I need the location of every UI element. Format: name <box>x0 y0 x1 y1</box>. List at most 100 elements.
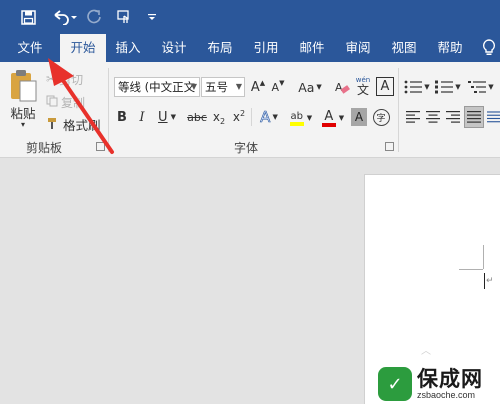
copy-icon <box>46 95 58 110</box>
multilevel-list-button[interactable]: ▼ <box>466 77 496 97</box>
shrink-font-icon: ▼ <box>279 79 285 87</box>
shrink-font-button[interactable]: A ▼ <box>270 77 286 97</box>
tab-view[interactable]: 视图 <box>384 34 424 62</box>
chevron-down-icon: ▼ <box>272 113 278 121</box>
chevron-down-icon: ▼ <box>455 83 461 91</box>
font-color-swatch <box>321 122 336 127</box>
paste-icon[interactable] <box>6 66 40 106</box>
font-size-select[interactable]: 五号 ▼ <box>201 77 245 97</box>
subscript-button[interactable]: x2 <box>210 107 228 127</box>
paste-button-label[interactable]: 粘贴 <box>8 104 38 121</box>
chevron-down-icon: ▼ <box>316 83 322 91</box>
chevron-down-icon: ▼ <box>488 83 494 91</box>
tab-home[interactable]: 开始 <box>60 34 106 62</box>
superscript-digit: 2 <box>240 108 246 118</box>
highlight-button[interactable]: ab ▼ <box>286 107 316 129</box>
copy-label: 复制 <box>61 95 86 110</box>
subscript-digit: 2 <box>220 116 226 126</box>
clipboard-group-label: 剪贴板 <box>26 141 63 155</box>
undo-icon[interactable] <box>48 6 80 28</box>
paste-dropdown-icon[interactable]: ▾ <box>18 120 28 129</box>
superscript-button[interactable]: x2 <box>230 107 248 127</box>
superscript-base: x <box>232 110 240 124</box>
tab-insert[interactable]: 插入 <box>108 34 148 62</box>
format-painter-label: 格式刷 <box>63 117 101 133</box>
font-name-select[interactable]: 等线 (中文正文 ▼ <box>114 77 200 97</box>
tab-help[interactable]: 帮助 <box>430 34 470 62</box>
multilevel-list-icon <box>468 81 487 93</box>
align-left-icon[interactable] <box>404 107 422 127</box>
copy-button[interactable]: 复制 <box>46 93 94 111</box>
shield-check-icon: ✓ <box>378 367 412 401</box>
text-effects-button[interactable]: A ▼ <box>256 107 282 127</box>
quick-access-toolbar <box>0 0 500 34</box>
tab-layout[interactable]: 布局 <box>200 34 240 62</box>
distributed-align-icon[interactable] <box>487 107 500 127</box>
change-case-label: Aa <box>298 79 315 95</box>
tab-mailings[interactable]: 邮件 <box>292 34 332 62</box>
save-icon[interactable] <box>16 6 40 28</box>
tab-review[interactable]: 审阅 <box>338 34 378 62</box>
watermark-sub: zsbaoche.com <box>417 390 476 400</box>
font-color-button[interactable]: A ▼ <box>318 107 348 129</box>
bullets-icon <box>404 80 423 94</box>
italic-button[interactable]: I <box>134 107 150 127</box>
font-name-value: 等线 (中文正文 <box>118 80 196 94</box>
ribbon-home: 粘贴 ▾ ✂ 剪切 复制 格式刷 剪贴板 等线 (中文正文 ▼ 五号 ▼ A ▲ … <box>0 62 500 158</box>
font-launcher-icon[interactable] <box>385 142 394 151</box>
format-painter-button[interactable]: 格式刷 <box>46 115 102 133</box>
enclose-characters-button[interactable]: 字 <box>371 107 391 127</box>
align-center-icon[interactable] <box>424 107 442 127</box>
change-case-button[interactable]: Aa ▼ <box>296 77 324 97</box>
align-right-icon[interactable] <box>444 107 462 127</box>
justify-icon[interactable] <box>464 106 484 128</box>
tab-references[interactable]: 引用 <box>246 34 286 62</box>
clipboard-launcher-icon[interactable] <box>96 142 105 151</box>
numbering-button[interactable]: ▼ <box>435 77 461 97</box>
bold-button[interactable]: B <box>114 107 130 127</box>
lightbulb-icon[interactable] <box>478 34 500 62</box>
strikethrough-button[interactable]: abc <box>186 107 208 127</box>
subscript-base: x <box>212 110 220 124</box>
highlighter-icon: ab <box>289 111 304 126</box>
format-painter-icon <box>46 116 60 133</box>
tab-file[interactable]: 文件 <box>8 34 52 62</box>
text-effects-label: A <box>260 108 271 127</box>
group-separator <box>398 68 399 152</box>
character-shading-button[interactable]: A <box>351 108 367 126</box>
font-group-label: 字体 <box>234 141 259 155</box>
bullets-button[interactable]: ▼ <box>404 77 430 97</box>
ribbon-tabs: 文件 开始 插入 设计 布局 引用 邮件 审阅 视图 帮助 <box>0 34 500 62</box>
redo-icon[interactable] <box>84 6 104 28</box>
margin-corner-mark <box>483 245 484 269</box>
chevron-down-icon: ▼ <box>170 113 176 121</box>
margin-corner-mark <box>459 269 483 270</box>
chevron-down-icon: ▼ <box>338 114 345 122</box>
character-border-button[interactable]: A <box>376 77 394 96</box>
text-cursor <box>484 273 485 289</box>
pinyin-char-text: 文 <box>356 82 369 97</box>
grow-font-button[interactable]: A ▲ <box>250 77 266 97</box>
paragraph-mark: ↵ <box>486 276 494 286</box>
watermark-main: 保成网 <box>417 367 483 391</box>
phonetic-guide-button[interactable]: wén 文 <box>354 75 372 97</box>
font-color-icon: A <box>321 108 336 127</box>
chevron-down-icon: ▼ <box>235 82 242 91</box>
touch-mode-icon[interactable] <box>114 6 134 28</box>
clear-formatting-icon[interactable]: A <box>333 77 351 97</box>
enclose-char: 字 <box>372 108 390 126</box>
font-color-letter: A <box>324 108 334 124</box>
font-size-value: 五号 <box>205 80 228 94</box>
cut-label: 剪切 <box>59 72 84 87</box>
tab-design[interactable]: 设计 <box>154 34 194 62</box>
chevron-down-icon: ▼ <box>424 83 430 91</box>
divider <box>251 108 252 126</box>
page-break-mark: ︿ <box>421 346 431 357</box>
underline-button[interactable]: U ▼ <box>154 107 180 127</box>
cut-button[interactable]: ✂ 剪切 <box>46 70 94 88</box>
chevron-down-icon: ▼ <box>306 114 313 122</box>
group-separator <box>108 68 109 152</box>
grow-font-icon: ▲ <box>259 79 266 87</box>
customize-qat-icon[interactable] <box>146 6 158 28</box>
character-border-label: A <box>380 79 390 94</box>
